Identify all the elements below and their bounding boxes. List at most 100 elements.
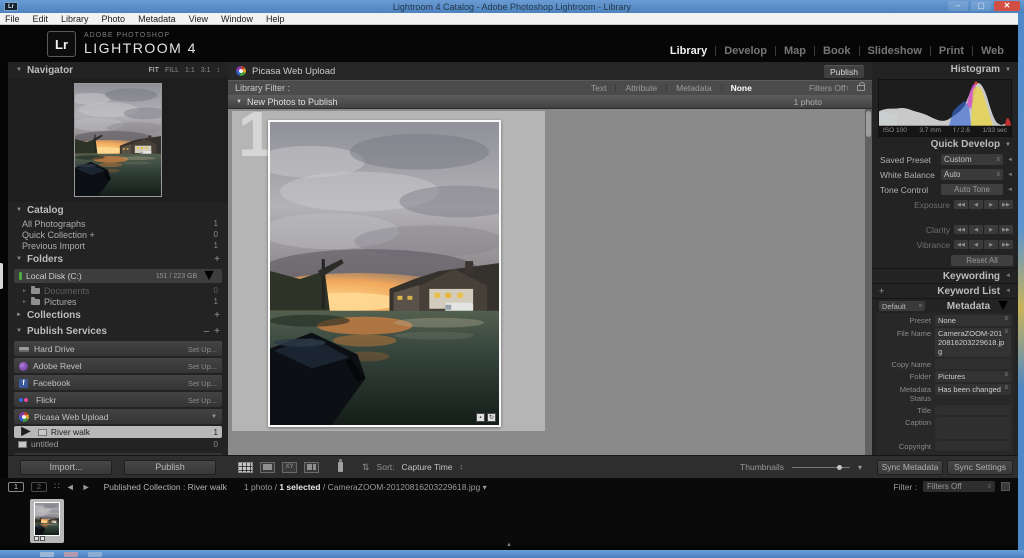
add-keyword-button[interactable]: + [879, 286, 884, 296]
catalog-previous-import[interactable]: Previous Import 1 [8, 240, 228, 251]
copy-name-value[interactable] [935, 359, 1011, 369]
folders-header[interactable]: ▼ Folders + [8, 251, 228, 267]
copyright-value[interactable] [935, 441, 1011, 451]
saved-preset-dropdown[interactable]: Custom ≡ [941, 154, 1003, 165]
step-back[interactable]: ◀ [969, 225, 983, 234]
quick-develop-header[interactable]: Quick Develop ▼ [872, 137, 1018, 152]
menu-photo[interactable]: Photo [102, 14, 126, 24]
thumbnail-size-slider[interactable] [792, 467, 850, 468]
module-slideshow[interactable]: Slideshow [860, 45, 930, 57]
sync-metadata-button[interactable]: Sync Metadata [877, 460, 943, 475]
publish-collection-untitled[interactable]: untitled 0 [14, 438, 222, 450]
sync-settings-button[interactable]: Sync Settings [947, 460, 1013, 475]
filter-tab-none[interactable]: None [722, 83, 761, 93]
menu-library[interactable]: Library [61, 14, 89, 24]
collapse-icon[interactable]: ▼ [211, 414, 217, 420]
scrollbar-thumb[interactable] [866, 111, 871, 137]
menu-file[interactable]: File [5, 14, 20, 24]
filmstrip-photo[interactable] [34, 502, 60, 536]
action-icon[interactable]: ≡ [1004, 385, 1008, 391]
add-service-button[interactable]: + [214, 326, 220, 337]
taskbar-icon[interactable] [64, 552, 78, 557]
metadata-status-value[interactable]: Has been changed ≡ [935, 384, 1011, 395]
catalog-all-photographs[interactable]: All Photographs 1 [8, 218, 228, 229]
remove-service-button[interactable]: – [204, 326, 210, 337]
step-forward-double[interactable]: ▶▶ [999, 200, 1013, 209]
zoom-fit[interactable]: FIT [149, 67, 160, 74]
monitor-2-button[interactable]: 2 [31, 482, 47, 492]
step-forward-double[interactable]: ▶▶ [999, 225, 1013, 234]
menu-window[interactable]: Window [221, 14, 253, 24]
metadata-view-dropdown[interactable]: Default ≡ [879, 301, 925, 311]
add-folder-button[interactable]: + [214, 254, 220, 265]
module-develop[interactable]: Develop [716, 45, 775, 57]
file-name-value[interactable]: CameraZOOM-20120816203229618.jpg ≡ [935, 328, 1011, 357]
setup-link[interactable]: Set Up... [188, 379, 217, 388]
publish-badge-icon[interactable]: ↻ [487, 413, 496, 422]
photo-thumbnail[interactable]: ▪ ↻ [268, 120, 501, 427]
forward-arrow-icon[interactable]: ► [82, 482, 91, 492]
panel-switch-icon[interactable]: ◄ [1007, 157, 1013, 163]
step-forward-double[interactable]: ▶▶ [999, 240, 1013, 249]
zoom-fill[interactable]: FILL [165, 67, 179, 74]
toolbar-chevron-icon[interactable]: ▾ [858, 463, 862, 472]
zoom-1-1[interactable]: 1:1 [185, 67, 195, 74]
module-print[interactable]: Print [931, 45, 972, 57]
catalog-header[interactable]: ▼ Catalog [8, 202, 228, 218]
step-back-double[interactable]: ◀◀ [954, 240, 968, 249]
step-back-double[interactable]: ◀◀ [954, 200, 968, 209]
folder-documents[interactable]: ► Documents 0 [8, 285, 228, 296]
grid-scrollbar[interactable] [865, 109, 872, 455]
sort-direction-icon[interactable]: ⇅ [362, 462, 370, 473]
grid-cell-selected[interactable]: 1 ▪ ↻ [232, 111, 545, 431]
sort-value-dropdown[interactable]: Capture Time [402, 462, 453, 472]
photo-group-header[interactable]: ▼ New Photos to Publish 1 photo [228, 95, 872, 109]
service-flickr[interactable]: Flickr Set Up... [14, 392, 222, 407]
step-back-double[interactable]: ◀◀ [954, 225, 968, 234]
survey-view-icon[interactable] [304, 462, 319, 473]
title-value[interactable] [935, 405, 1011, 415]
menu-view[interactable]: View [189, 14, 208, 24]
panel-switch-icon[interactable]: ◄ [1007, 172, 1013, 178]
publish-button[interactable]: Publish [124, 460, 216, 475]
folder-value[interactable]: Pictures ≡ [935, 371, 1011, 382]
publish-collection-river-walk[interactable]: ► River walk 1 [14, 426, 222, 438]
minimize-button[interactable]: – [948, 1, 968, 11]
monitor-1-button[interactable]: 1 [8, 482, 24, 492]
filmstrip-thumbnail-selected[interactable] [30, 499, 64, 543]
setup-link[interactable]: Set Up... [188, 345, 217, 354]
action-icon[interactable]: ≡ [1004, 329, 1008, 335]
filter-tab-text[interactable]: Text [582, 83, 616, 93]
histogram-header[interactable]: Histogram ▼ [872, 62, 1018, 77]
step-back[interactable]: ◀ [969, 200, 983, 209]
step-back[interactable]: ◀ [969, 240, 983, 249]
filter-tab-metadata[interactable]: Metadata [667, 83, 720, 93]
windows-taskbar[interactable] [0, 550, 1024, 558]
bottom-panel-reveal-icon[interactable]: ▲ [506, 542, 512, 548]
disclosure-icon[interactable]: ► [22, 299, 27, 305]
caption-value[interactable] [935, 417, 1011, 439]
import-button[interactable]: Import... [20, 460, 112, 475]
service-hard-drive[interactable]: Hard Drive Set Up... [14, 341, 222, 356]
taskbar-icon[interactable] [88, 552, 102, 557]
close-button[interactable]: ✕ [994, 1, 1020, 11]
taskbar-icon[interactable] [40, 552, 54, 557]
folder-drive-c[interactable]: Local Disk (C:) 151 / 223 GB ▼ [14, 269, 222, 283]
white-balance-dropdown[interactable]: Auto ≡ [941, 169, 1003, 180]
module-library[interactable]: Library [662, 45, 715, 57]
service-facebook[interactable]: f Facebook Set Up... [14, 375, 222, 390]
panel-switch-icon[interactable]: ◄ [1005, 288, 1011, 294]
collections-header[interactable]: ► Collections + [8, 307, 228, 323]
publish-now-button[interactable]: Publish [824, 65, 864, 78]
grid-shortcut-icon[interactable]: ∷ [54, 481, 59, 492]
keyword-list-header[interactable]: + Keyword List ◄ [872, 283, 1018, 298]
action-icon[interactable]: ≡ [1004, 372, 1008, 378]
histogram-display[interactable]: ISO 100 3.7 mm f / 2.6 1/33 sec [878, 79, 1012, 137]
disclosure-icon[interactable]: ► [22, 288, 27, 294]
module-web[interactable]: Web [973, 45, 1012, 57]
compare-view-icon[interactable]: XY [282, 462, 297, 473]
menu-help[interactable]: Help [266, 14, 285, 24]
navigator-preview[interactable] [8, 78, 228, 202]
step-forward[interactable]: ▶ [984, 240, 998, 249]
navigator-thumbnail[interactable] [74, 83, 162, 197]
